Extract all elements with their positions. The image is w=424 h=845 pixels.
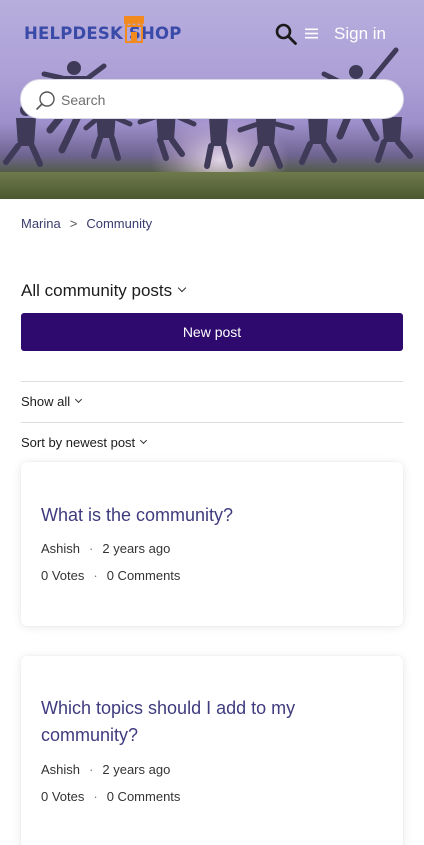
post-card: Which topics should I add to my communit…: [21, 656, 403, 845]
new-post-button[interactable]: New post: [21, 313, 403, 351]
shop-storefront-icon: [124, 16, 144, 43]
search-input[interactable]: [61, 88, 391, 112]
hamburger-menu-icon[interactable]: [305, 28, 318, 39]
logo-text: HELPDESK SHOP: [24, 24, 182, 43]
post-time: 2 years ago: [102, 541, 171, 556]
post-title-link[interactable]: Which topics should I add to my communit…: [41, 695, 341, 749]
post-author[interactable]: Ashish: [41, 762, 80, 777]
post-stats: 0 Votes · 0 Comments: [41, 568, 180, 583]
chevron-down-icon: [75, 396, 83, 404]
sign-in-link[interactable]: Sign in: [334, 24, 386, 44]
breadcrumb-item-community[interactable]: Community: [86, 216, 152, 231]
show-all-label: Show all: [21, 394, 71, 409]
search-bar[interactable]: [20, 79, 404, 119]
search-icon: [36, 91, 55, 110]
post-title-link[interactable]: What is the community?: [41, 502, 341, 529]
show-all-dropdown[interactable]: Show all: [21, 394, 83, 409]
hero-banner: HELPDESK SHOP Sign in: [0, 0, 424, 199]
chevron-down-icon: [177, 283, 187, 292]
meta-separator-dot: ·: [93, 789, 98, 804]
post-votes: 0 Votes: [41, 789, 85, 804]
post-votes: 0 Votes: [41, 568, 85, 583]
meta-separator-dot: ·: [93, 568, 98, 583]
helpdesk-shop-logo[interactable]: HELPDESK SHOP: [24, 14, 181, 48]
breadcrumb: Marina > Community: [21, 216, 152, 231]
search-icon[interactable]: [274, 22, 298, 46]
posts-filter-label: All community posts: [21, 281, 173, 300]
meta-separator-dot: ·: [89, 762, 94, 777]
post-author[interactable]: Ashish: [41, 541, 80, 556]
post-card: What is the community? Ashish · 2 years ag…: [21, 462, 403, 626]
post-comments: 0 Comments: [106, 568, 181, 583]
breadcrumb-separator: >: [69, 216, 78, 231]
post-time: 2 years ago: [102, 762, 171, 777]
post-stats: 0 Votes · 0 Comments: [41, 789, 180, 804]
divider: [21, 422, 403, 423]
post-comments: 0 Comments: [106, 789, 181, 804]
chevron-down-icon: [140, 437, 148, 445]
divider: [21, 381, 403, 382]
meta-separator-dot: ·: [89, 541, 94, 556]
post-author-meta: Ashish · 2 years ago: [41, 541, 170, 556]
community-posts-filter-dropdown[interactable]: All community posts: [21, 281, 187, 301]
post-author-meta: Ashish · 2 years ago: [41, 762, 170, 777]
sort-dropdown[interactable]: Sort by newest post: [21, 435, 148, 450]
sort-label: Sort by newest post: [21, 435, 136, 450]
breadcrumb-item-marina[interactable]: Marina: [21, 216, 61, 231]
